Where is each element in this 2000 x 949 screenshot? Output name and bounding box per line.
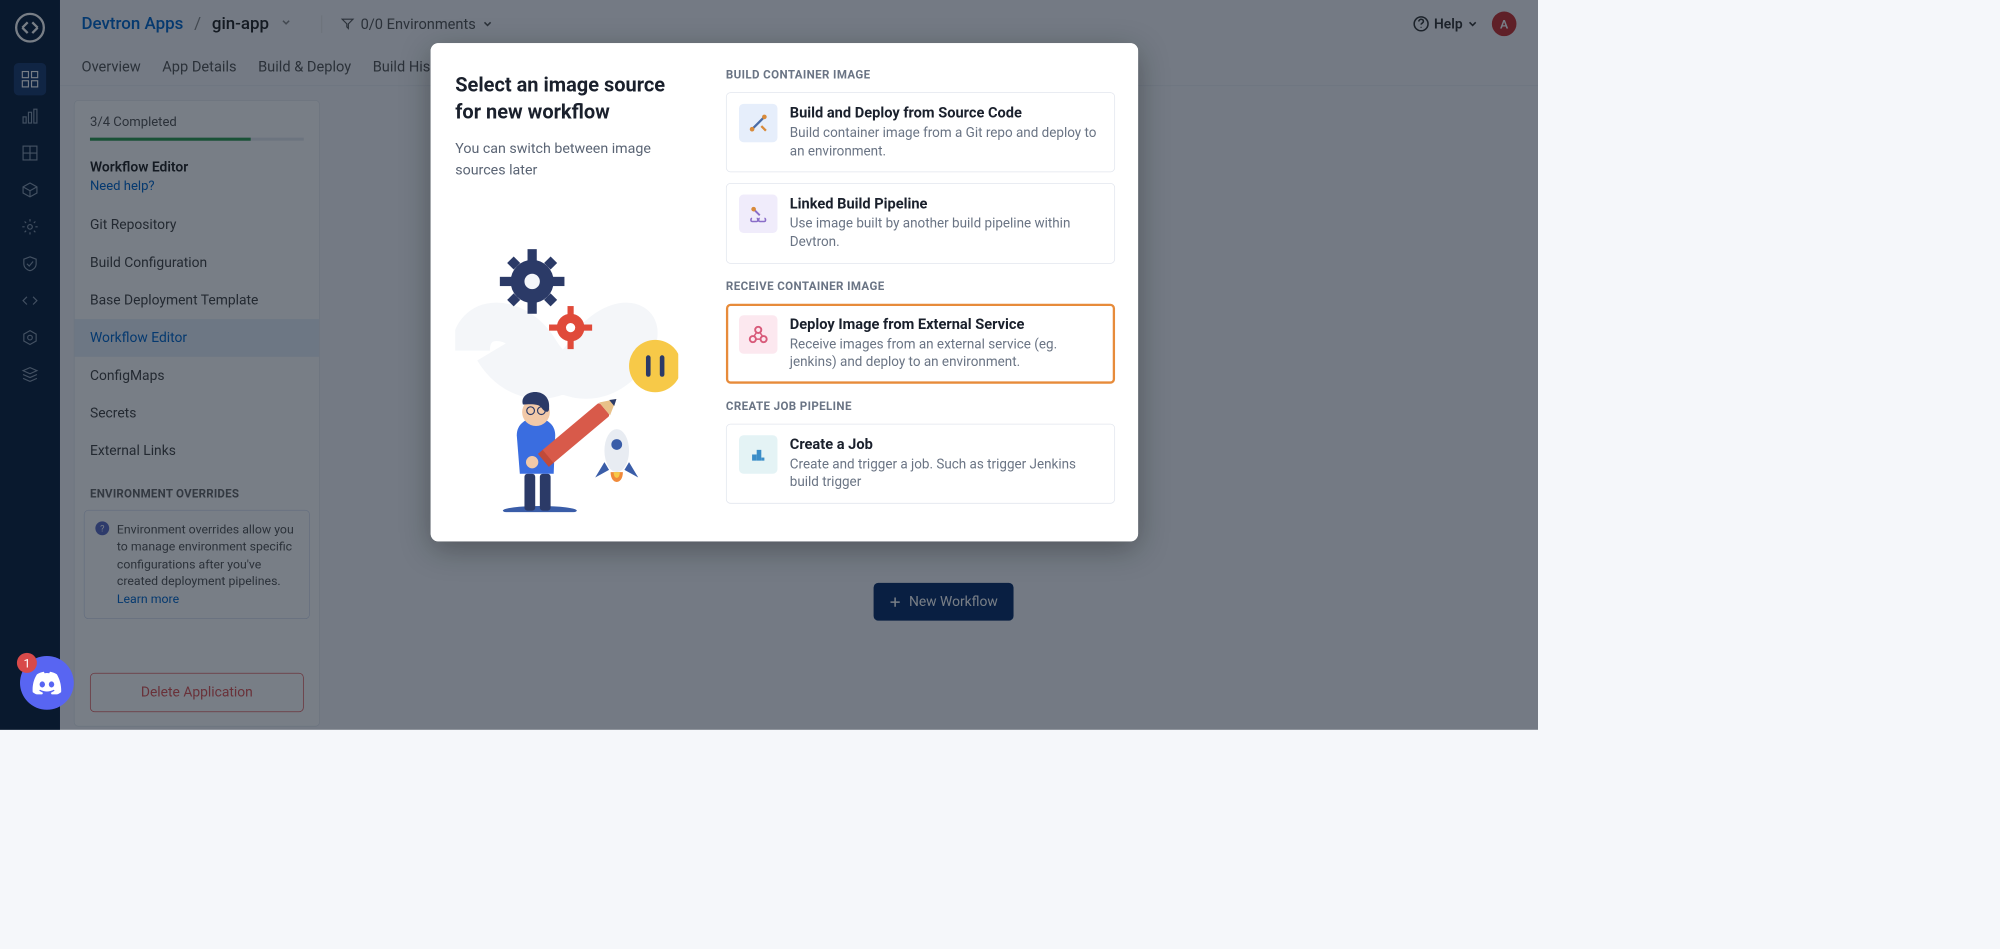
option-deploy-external[interactable]: Deploy Image from External Service Recei…: [726, 303, 1115, 383]
option-title: Build and Deploy from Source Code: [790, 104, 1102, 122]
option-title: Deploy Image from External Service: [790, 315, 1102, 333]
illustration: [455, 227, 678, 512]
modal-left-panel: Select an image source for new workflow …: [431, 43, 703, 541]
modal-title: Select an image source for new workflow: [455, 72, 678, 126]
image-source-modal: Select an image source for new workflow …: [431, 43, 1138, 541]
webhook-icon: [739, 315, 777, 353]
option-create-job[interactable]: Create a Job Create and trigger a job. S…: [726, 424, 1115, 504]
modal-subtitle: You can switch between image sources lat…: [455, 139, 678, 182]
option-desc: Receive images from an external service …: [790, 336, 1102, 372]
option-title: Create a Job: [790, 435, 1102, 453]
option-build-deploy-source[interactable]: Build and Deploy from Source Code Build …: [726, 92, 1115, 172]
section-build-label: BUILD CONTAINER IMAGE: [726, 68, 1115, 82]
discord-notification-badge: 1: [17, 653, 37, 673]
discord-icon: [32, 671, 61, 694]
modal-right-panel: BUILD CONTAINER IMAGE Build and Deploy f…: [703, 43, 1138, 541]
option-desc: Create and trigger a job. Such as trigge…: [790, 456, 1102, 492]
option-title: Linked Build Pipeline: [790, 195, 1102, 213]
link-tools-icon: [739, 195, 777, 233]
section-receive-label: RECEIVE CONTAINER IMAGE: [726, 279, 1115, 293]
tools-icon: [739, 104, 777, 142]
job-icon: [739, 435, 777, 473]
section-job-label: CREATE JOB PIPELINE: [726, 399, 1115, 413]
discord-button[interactable]: 1: [20, 656, 74, 710]
option-desc: Use image built by another build pipelin…: [790, 216, 1102, 252]
option-linked-pipeline[interactable]: Linked Build Pipeline Use image built by…: [726, 183, 1115, 263]
option-desc: Build container image from a Git repo an…: [790, 125, 1102, 161]
